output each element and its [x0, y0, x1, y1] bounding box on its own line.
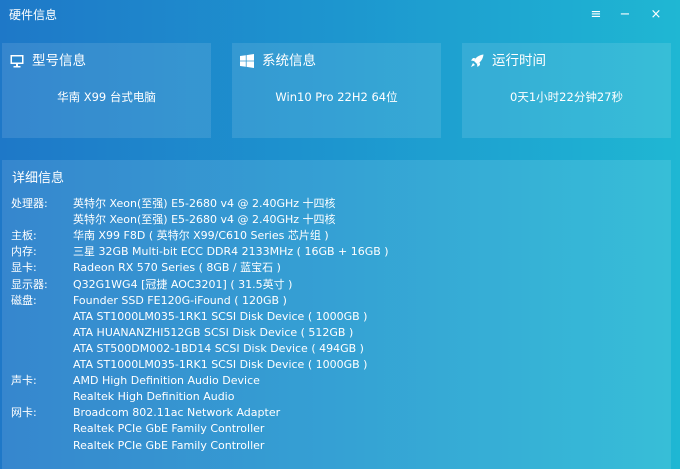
window-title: 硬件信息 [9, 8, 58, 22]
system-info-value: Win10 Pro 22H2 64位 [275, 90, 398, 104]
detail-row: 网卡: Broadcom 802.11ac Network Adapter [2, 405, 671, 421]
detail-row-label: 网卡: [11, 406, 37, 420]
monitor-icon [10, 55, 24, 68]
uptime-value: 0天1小时22分钟27秒 [510, 90, 623, 104]
uptime-title: 运行时间 [492, 53, 546, 69]
detail-row: 主板: 华南 X99 F8D ( 英特尔 X99/C610 Series 芯片组 … [2, 228, 671, 244]
rocket-icon [471, 54, 484, 67]
detail-row: 显卡: Radeon RX 570 Series ( 8GB / 蓝宝石 ) [2, 260, 671, 276]
detail-row-value: ATA ST1000LM035-1RK1 SCSI Disk Device ( … [73, 358, 368, 371]
details-title: 详细信息 [12, 171, 65, 186]
close-button[interactable]: × [646, 6, 666, 24]
detail-row-value: Realtek PCIe GbE Family Controller [73, 422, 265, 436]
detail-row: 处理器: 英特尔 Xeon(至强) E5-2680 v4 @ 2.40GHz 十四… [2, 196, 671, 212]
detail-row-label: 声卡: [11, 374, 37, 388]
detail-row: ATA ST500DM002-1BD14 SCSI Disk Device ( … [2, 341, 671, 357]
detail-row-value: 英特尔 Xeon(至强) E5-2680 v4 @ 2.40GHz 十四核 [73, 197, 336, 210]
title-bar[interactable]: 硬件信息 ≡ − × [0, 0, 680, 30]
detail-row: ATA ST1000LM035-1RK1 SCSI Disk Device ( … [2, 357, 671, 373]
detail-row-value: Realtek High Definition Audio [73, 390, 235, 404]
detail-row-label: 显示器: [11, 277, 48, 291]
detail-row: Realtek PCIe GbE Family Controller [2, 438, 671, 454]
detail-row-value: ATA ST500DM002-1BD14 SCSI Disk Device ( … [73, 341, 364, 355]
model-info-value: 华南 X99 台式电脑 [57, 90, 156, 104]
uptime-card: 运行时间 0天1小时22分钟27秒 [462, 43, 671, 138]
menu-button[interactable]: ≡ [586, 6, 606, 24]
detail-row: 显示器: Q32G1WG4 [冠捷 AOC3201] ( 31.5英寸 ) [2, 277, 671, 293]
detail-row: ATA HUANANZHI512GB SCSI Disk Device ( 51… [2, 325, 671, 341]
minimize-button[interactable]: − [615, 6, 635, 24]
detail-row: 英特尔 Xeon(至强) E5-2680 v4 @ 2.40GHz 十四核 [2, 212, 671, 228]
detail-row: 内存: 三星 32GB Multi-bit ECC DDR4 2133MHz ( … [2, 244, 671, 260]
detail-row: Realtek High Definition Audio [2, 389, 671, 405]
model-info-card: 型号信息 华南 X99 台式电脑 [2, 43, 211, 138]
detail-row: 磁盘: Founder SSD FE120G-iFound ( 120GB ) [2, 293, 671, 309]
detail-row-value: Q32G1WG4 [冠捷 AOC3201] ( 31.5英寸 ) [73, 277, 293, 291]
detail-row-value: 华南 X99 F8D ( 英特尔 X99/C610 Series 芯片组 ) [73, 229, 329, 243]
detail-row-value: ATA HUANANZHI512GB SCSI Disk Device ( 51… [73, 325, 354, 339]
detail-row: 声卡: AMD High Definition Audio Device [2, 373, 671, 389]
system-info-card: 系统信息 Win10 Pro 22H2 64位 [232, 43, 441, 138]
detail-row-label: 显卡: [11, 261, 37, 275]
detail-row: Realtek PCIe GbE Family Controller [2, 421, 671, 437]
detail-row-value: Founder SSD FE120G-iFound ( 120GB ) [73, 293, 287, 307]
detail-row-value: AMD High Definition Audio Device [73, 374, 260, 388]
detail-row-value: 英特尔 Xeon(至强) E5-2680 v4 @ 2.40GHz 十四核 [73, 213, 336, 227]
detail-row-value: Realtek PCIe GbE Family Controller [73, 438, 265, 452]
windows-logo-icon [240, 54, 254, 68]
detail-row-value: Broadcom 802.11ac Network Adapter [73, 406, 281, 420]
detail-row-label: 磁盘: [11, 293, 37, 307]
detail-row-value: ATA ST1000LM035-1RK1 SCSI Disk Device ( … [73, 309, 368, 323]
model-info-title: 型号信息 [32, 53, 86, 69]
detail-row-value: 三星 32GB Multi-bit ECC DDR4 2133MHz ( 16G… [73, 245, 389, 259]
detail-row-label: 主板: [11, 229, 37, 243]
detail-row: ATA ST1000LM035-1RK1 SCSI Disk Device ( … [2, 309, 671, 325]
system-info-title: 系统信息 [262, 53, 316, 69]
detail-row-label: 处理器: [11, 197, 48, 210]
details-panel: 详细信息 处理器: 英特尔 Xeon(至强) E5-2680 v4 @ 2.40G… [2, 160, 671, 469]
detail-row-label: 内存: [11, 245, 37, 259]
detail-row-value: Radeon RX 570 Series ( 8GB / 蓝宝石 ) [73, 261, 281, 275]
